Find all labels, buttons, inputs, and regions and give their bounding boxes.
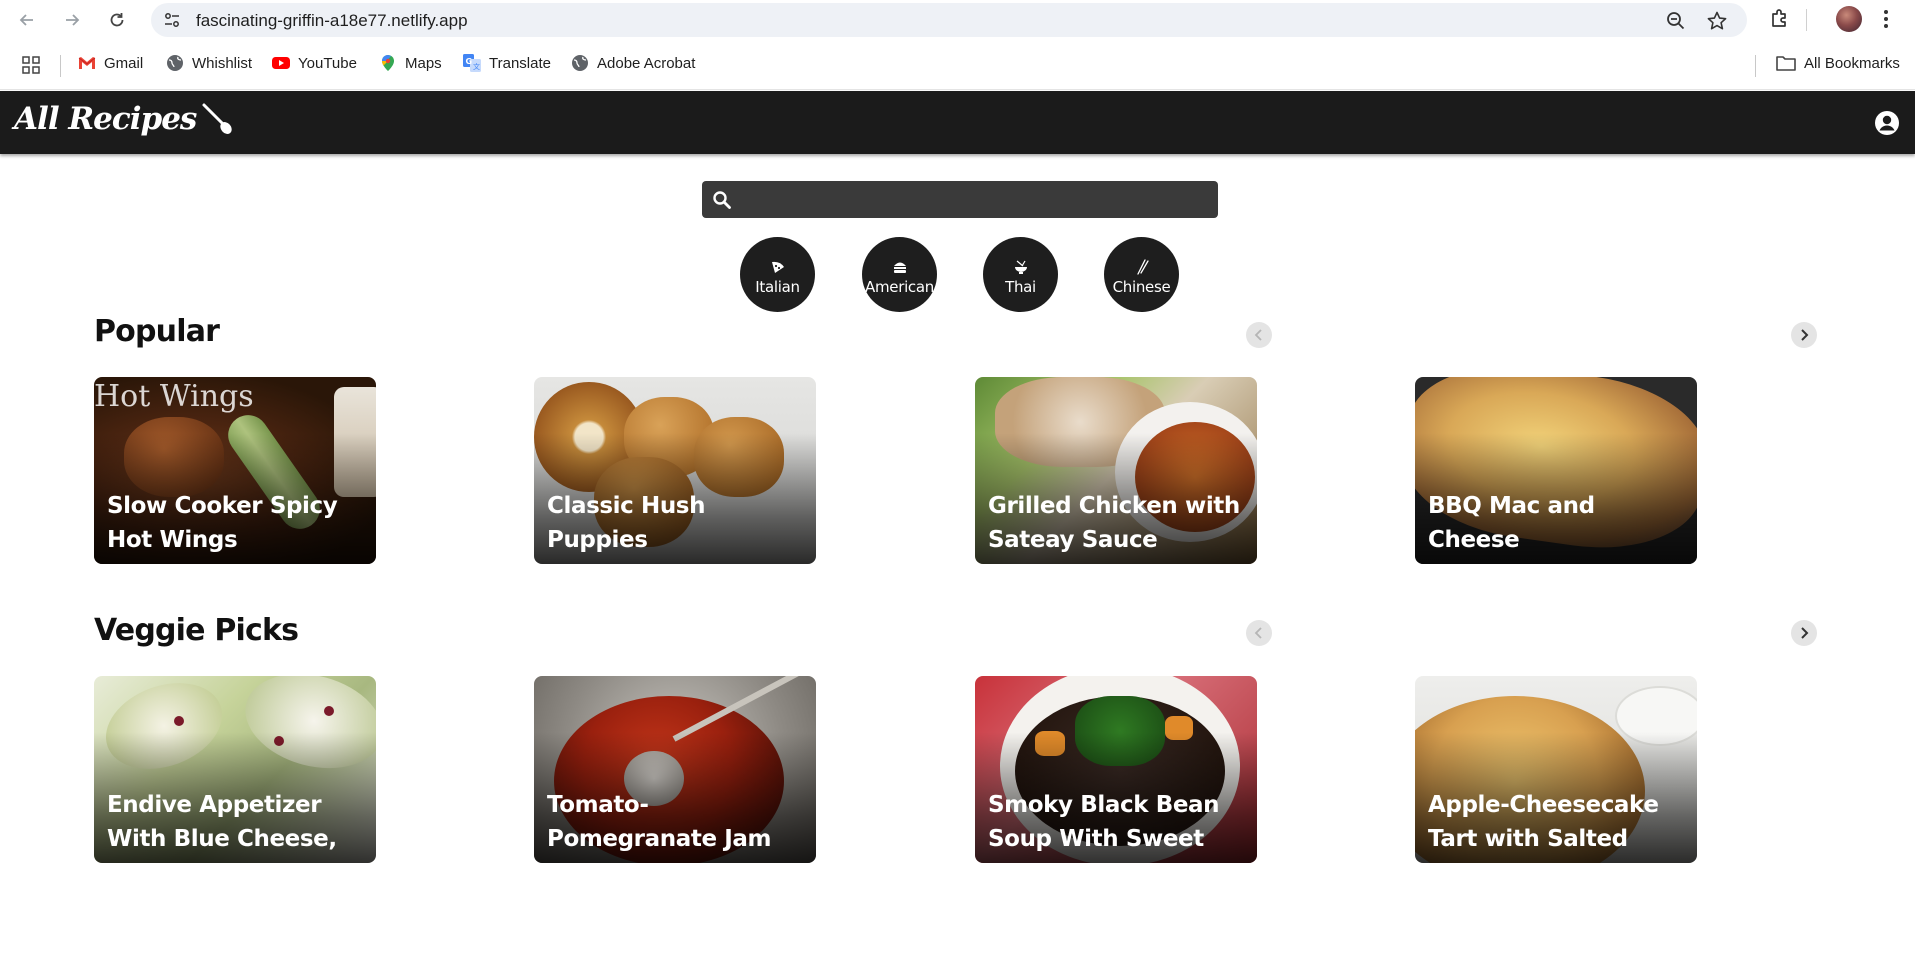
recipe-card-title: Apple-Cheesecake Tart with Salted — [1428, 792, 1659, 852]
bookmark-adobe-acrobat[interactable]: Adobe Acrobat — [571, 54, 695, 72]
forward-button[interactable] — [58, 6, 86, 34]
bookmark-gmail[interactable]: Gmail — [78, 54, 143, 72]
svg-text:G: G — [466, 57, 473, 66]
back-button[interactable] — [13, 6, 41, 34]
chopsticks-icon — [1136, 259, 1149, 275]
maps-icon — [382, 55, 394, 71]
globe-icon — [167, 55, 183, 71]
chevron-left-icon — [1254, 329, 1262, 341]
gmail-icon — [78, 57, 96, 69]
recipe-card-title: Smoky Black Bean Soup With Sweet — [988, 792, 1220, 852]
recipe-card[interactable]: BBQ Mac and Cheese — [1415, 377, 1697, 564]
bookmark-label: Maps — [405, 54, 442, 72]
recipe-card[interactable]: Endive Appetizer With Blue Cheese, — [94, 676, 376, 863]
popular-prev-button[interactable] — [1246, 322, 1272, 348]
recipe-card[interactable]: Hot Wings Slow Cooker Spicy Hot Wings — [94, 377, 376, 564]
reload-button[interactable] — [103, 6, 131, 34]
category-label: American — [865, 278, 934, 296]
zoom-icon[interactable] — [1665, 10, 1687, 32]
veggie-next-button[interactable] — [1791, 620, 1817, 646]
youtube-icon — [272, 57, 290, 69]
site-logo[interactable]: All Recipes — [14, 101, 234, 137]
bookmark-label: Whishlist — [192, 54, 253, 72]
category-italian[interactable]: Italian — [740, 237, 815, 312]
chevron-right-icon — [1801, 329, 1809, 341]
recipe-card-title: BBQ Mac and Cheese — [1428, 493, 1595, 553]
apps-grid-icon[interactable] — [22, 56, 40, 74]
bookmark-youtube[interactable]: YouTube — [272, 54, 357, 72]
popular-next-button[interactable] — [1791, 322, 1817, 348]
bookmarks-divider — [1755, 55, 1756, 77]
pizza-icon — [771, 261, 784, 273]
chevron-right-icon — [1801, 627, 1809, 639]
noodle-bowl-icon — [1014, 260, 1027, 274]
spoon-icon — [202, 103, 233, 134]
search-input[interactable] — [742, 181, 1212, 218]
bookmark-label: Adobe Acrobat — [597, 54, 696, 72]
all-bookmarks-label: All Bookmarks — [1804, 54, 1900, 72]
bookmark-label: Translate — [489, 54, 551, 72]
category-thai[interactable]: Thai — [983, 237, 1058, 312]
recipe-card[interactable]: Tomato-Pomegranate Jam — [534, 676, 816, 863]
bookmark-maps[interactable]: Maps — [379, 54, 442, 72]
veggie-prev-button[interactable] — [1246, 620, 1272, 646]
category-american[interactable]: American — [862, 237, 937, 312]
section-title-veggie-picks: Veggie Picks — [94, 613, 299, 648]
category-label: Chinese — [1112, 278, 1171, 296]
recipe-card-title: Grilled Chicken with Sateay Sauce — [988, 493, 1240, 553]
chrome-menu-icon[interactable] — [1884, 6, 1888, 32]
image-alt-text: Hot Wings — [94, 379, 254, 414]
toolbar-divider — [1806, 9, 1807, 31]
extensions-icon[interactable] — [1768, 7, 1792, 31]
all-bookmarks-button[interactable]: All Bookmarks — [1776, 54, 1900, 72]
bookmark-label: Gmail — [104, 54, 144, 72]
recipe-card-title: Classic Hush Puppies — [547, 493, 706, 553]
address-bar[interactable]: fascinating-griffin-a18e77.netlify.app — [151, 3, 1747, 37]
reload-icon — [110, 13, 124, 27]
category-chinese[interactable]: Chinese — [1104, 237, 1179, 312]
bookmarks-divider — [60, 55, 61, 77]
bookmark-translate[interactable]: G文 Translate — [463, 54, 551, 72]
folder-icon — [1776, 56, 1796, 71]
forward-arrow-icon — [66, 14, 80, 26]
recipe-card-title: Tomato-Pomegranate Jam — [547, 792, 772, 852]
recipe-card[interactable]: Classic Hush Puppies — [534, 377, 816, 564]
category-label: Thai — [1005, 278, 1036, 296]
url-text[interactable]: fascinating-griffin-a18e77.netlify.app — [196, 11, 468, 31]
recipe-card-title: Slow Cooker Spicy Hot Wings — [107, 493, 338, 553]
recipe-card-title: Endive Appetizer With Blue Cheese, — [107, 792, 337, 852]
translate-icon: G文 — [463, 54, 481, 72]
user-account-icon[interactable] — [1874, 110, 1900, 136]
profile-avatar[interactable] — [1836, 6, 1862, 32]
recipe-search-bar[interactable] — [702, 181, 1218, 218]
bookmarks-bar: Gmail Whishlist YouTube Maps G文 Translat… — [0, 40, 1915, 90]
bookmark-whishlist[interactable]: Whishlist — [166, 54, 252, 72]
burger-icon — [893, 262, 906, 273]
svg-text:文: 文 — [473, 62, 480, 71]
recipe-card[interactable]: Grilled Chicken with Sateay Sauce — [975, 377, 1257, 564]
browser-toolbar: fascinating-griffin-a18e77.netlify.app — [0, 0, 1915, 40]
recipe-card[interactable]: Apple-Cheesecake Tart with Salted — [1415, 676, 1697, 863]
chevron-left-icon — [1254, 627, 1262, 639]
bookmark-label: YouTube — [298, 54, 357, 72]
bookmark-star-icon[interactable] — [1706, 10, 1728, 32]
search-icon — [713, 191, 731, 209]
section-title-popular: Popular — [94, 314, 220, 349]
logo-text: All Recipes — [14, 101, 197, 137]
app-header: All Recipes — [0, 91, 1915, 154]
category-label: Italian — [755, 278, 800, 296]
back-arrow-icon — [19, 14, 33, 26]
recipe-card[interactable]: Smoky Black Bean Soup With Sweet — [975, 676, 1257, 863]
globe-icon — [572, 55, 588, 71]
site-info-icon[interactable] — [163, 11, 181, 29]
